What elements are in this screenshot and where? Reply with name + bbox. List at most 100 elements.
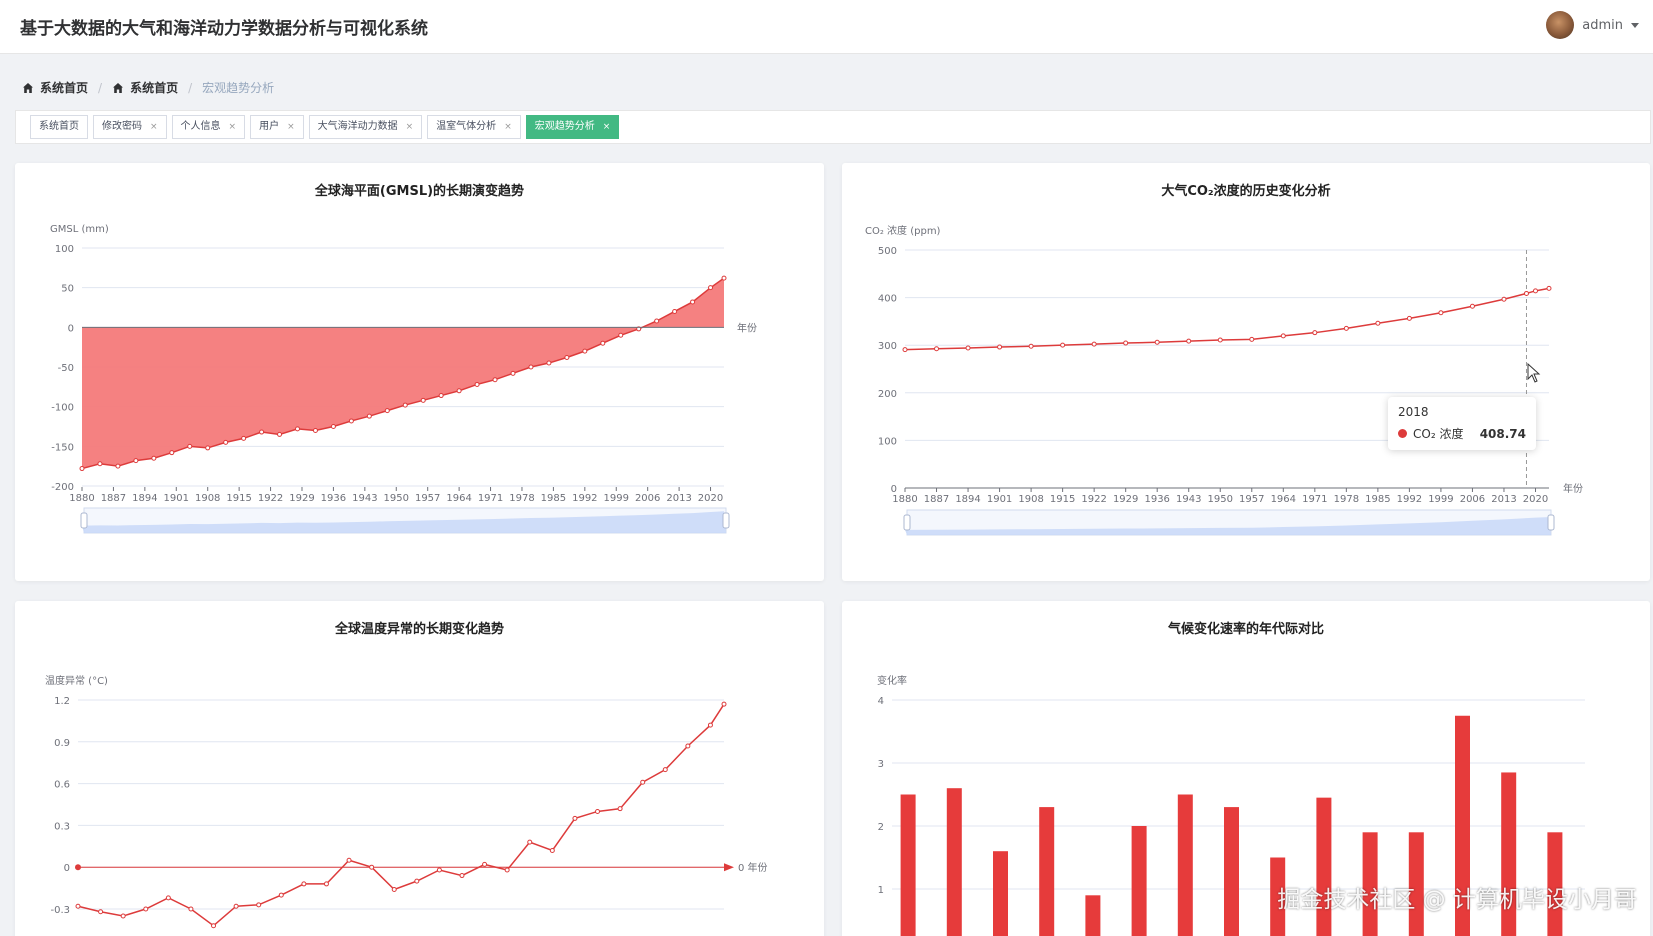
close-icon[interactable]: × <box>287 116 295 138</box>
co2-point <box>1312 330 1318 336</box>
user-name[interactable]: admin <box>1582 18 1623 33</box>
tags-view: 系统首页 修改密码 × 个人信息 × 用户 × 大气海洋动力数据 × 温室气体分析 × 宏观趋势分析 × <box>15 110 1651 144</box>
x-tick-label: 1936 <box>321 493 346 504</box>
temp-point <box>301 881 307 887</box>
gmsl-point <box>618 332 624 338</box>
tag-6[interactable]: 宏观趋势分析 × <box>525 115 620 139</box>
close-icon[interactable]: × <box>603 116 611 138</box>
tag-3[interactable]: 用户 × <box>250 115 304 139</box>
temp-point <box>98 909 104 915</box>
close-icon[interactable]: × <box>229 116 237 138</box>
x-tick-label: 1964 <box>446 493 471 504</box>
breadcrumb-home[interactable]: 系统首页 <box>22 79 88 96</box>
zoom-handle-right <box>1547 514 1555 531</box>
close-icon[interactable]: × <box>406 116 414 138</box>
caret-down-icon[interactable] <box>1631 22 1639 28</box>
temp-point <box>278 892 284 898</box>
gmsl-point <box>384 408 390 414</box>
gmsl-point <box>133 458 139 464</box>
temp-point <box>572 815 578 821</box>
x-tick-label: 1978 <box>1334 494 1359 505</box>
gmsl-point <box>474 381 480 387</box>
x-tick-label: 1929 <box>1113 494 1138 505</box>
x-tick-label: 2020 <box>1523 494 1548 505</box>
rate-bar <box>1177 794 1193 936</box>
gmsl-point <box>348 418 354 424</box>
y-tick-label: 0 <box>64 863 70 874</box>
y-tick-label: 1 <box>878 885 884 896</box>
breadcrumb: 系统首页 / 系统首页 / 宏观趋势分析 <box>22 79 274 96</box>
gmsl-point <box>115 463 121 469</box>
close-icon[interactable]: × <box>504 116 512 138</box>
co2-point <box>997 344 1003 350</box>
tag-2[interactable]: 个人信息 × <box>171 115 246 139</box>
temp-point <box>369 864 375 870</box>
breadcrumb-separator: / <box>98 80 103 95</box>
co2-chart[interactable]: 5004003002001000CO₂ 浓度 (ppm)年份1880 1887 18… <box>842 163 1650 581</box>
gmsl-point <box>582 348 588 354</box>
gmsl-point <box>402 402 408 408</box>
x-tick-label: 1922 <box>1081 494 1106 505</box>
co2-point <box>1406 315 1412 321</box>
rate-bar <box>900 794 916 936</box>
app-title: 基于大数据的大气和海洋动力学数据分析与可视化系统 <box>20 19 428 39</box>
x-tick-label: 1915 <box>1050 494 1075 505</box>
tag-1[interactable]: 修改密码 × <box>93 115 167 139</box>
co2-point <box>965 345 971 351</box>
gmsl-point <box>708 285 714 291</box>
breadcrumb-label: 宏观趋势分析 <box>202 81 275 95</box>
avatar[interactable] <box>1546 11 1575 39</box>
x-tick-label: 1978 <box>509 493 534 504</box>
temp-point <box>685 743 691 749</box>
temp-point <box>165 895 171 901</box>
y-tick-label: 0.9 <box>54 738 70 749</box>
x-tick-label: 2013 <box>666 493 691 504</box>
close-icon[interactable]: × <box>150 116 158 138</box>
gmsl-point <box>169 450 175 456</box>
gmsl-point <box>546 360 552 366</box>
y-tick-label: 400 <box>878 294 897 305</box>
co2-point <box>1154 339 1160 345</box>
gmsl-point <box>654 318 660 324</box>
x-tick-label: 1985 <box>541 493 566 504</box>
gmsl-point <box>259 429 265 435</box>
tooltip-year: 2018 <box>1398 405 1429 419</box>
user-menu[interactable]: admin <box>1546 10 1639 40</box>
co2-point <box>1343 325 1349 331</box>
gmsl-point <box>672 308 678 314</box>
chart-card-co2: 大气CO₂浓度的历史变化分析 500 400 300 200 100 0 CO₂ 浓度 (p… <box>842 163 1650 581</box>
gmsl-point <box>528 364 534 370</box>
co2-point <box>1217 337 1223 343</box>
temp-point <box>120 913 126 919</box>
x-tick-label: 1894 <box>132 493 157 504</box>
temp-point <box>436 867 442 873</box>
rate-bar <box>1085 895 1101 936</box>
tag-5[interactable]: 温室气体分析 × <box>427 115 521 139</box>
gmsl-point <box>438 393 444 399</box>
y-tick-label: -50 <box>58 363 74 374</box>
tag-4[interactable]: 大气海洋动力数据 × <box>308 115 423 139</box>
gmsl-point <box>241 435 247 441</box>
x-tick-label: 1964 <box>1271 494 1296 505</box>
temp-chart[interactable]: 1.2 0.9 0.6 0.3 0 -0.3 温度异常 (°C) 0 年份 <box>15 601 824 936</box>
x-tick-label: 1971 <box>478 493 503 504</box>
gmsl-point <box>721 275 727 281</box>
temp-point <box>721 701 727 707</box>
axis-arrow-icon <box>724 863 734 872</box>
tag-label: 宏观趋势分析 <box>534 121 595 132</box>
x-tick-label: 1999 <box>1428 494 1453 505</box>
gmsl-chart[interactable]: 100 50 0 -50 -100 -150 -200 GMSL (mm) 年份 1880 1887… <box>15 163 824 581</box>
y-tick-label: 500 <box>878 246 897 257</box>
chart-tooltip: 2018 CO₂ 浓度 408.74 <box>1388 397 1536 450</box>
gmsl-point <box>420 397 426 403</box>
co2-point <box>1028 343 1034 349</box>
tag-0[interactable]: 系统首页 <box>30 115 88 139</box>
temp-point <box>617 806 623 812</box>
temp-point <box>640 779 646 785</box>
co2-point <box>1123 340 1129 346</box>
y-tick-label: 2 <box>878 822 884 833</box>
gmsl-point <box>205 445 211 451</box>
breadcrumb-home-2[interactable]: 系统首页 <box>112 79 178 96</box>
temp-point <box>323 881 329 887</box>
temp-point <box>662 767 668 773</box>
